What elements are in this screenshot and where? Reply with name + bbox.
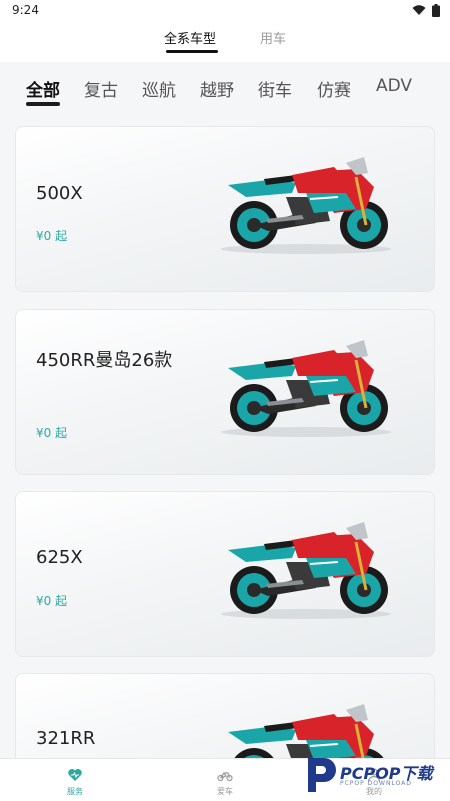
category-tab-adv[interactable]: ADV [376,76,412,96]
nav-service[interactable]: 服务 [45,759,105,801]
motorcycle-image [219,338,393,439]
motorcycle-image [219,520,393,621]
category-tab-retro[interactable]: 复古 [84,76,118,101]
model-list: 500X ¥0 起 450RR曼岛26款 ¥0 起 625X ¥0 起 321R… [0,110,450,758]
top-tab-indicator [166,50,218,53]
category-tab-cruiser[interactable]: 巡航 [142,76,176,101]
status-bar: 9:24 [0,0,450,22]
model-name: 321RR [36,728,96,749]
tab-all-models[interactable]: 全系车型 [164,28,216,47]
motorcycle-image [219,155,393,256]
model-card-450rr[interactable]: 450RR曼岛26款 ¥0 起 [15,309,435,475]
category-tab-street[interactable]: 街车 [258,76,292,101]
category-tab-offroad[interactable]: 越野 [200,76,234,101]
top-tab-bar: 全系车型 用车 [0,22,450,62]
status-time: 9:24 [12,3,39,17]
category-tab-all[interactable]: 全部 [26,76,60,101]
category-tab-indicator [26,102,60,106]
model-card-500x[interactable]: 500X ¥0 起 [15,126,435,292]
heart-service-icon [68,769,82,781]
watermark-subtitle: PCPOP DOWNLOAD [340,780,412,787]
category-tab-bar: 全部 复古 巡航 越野 街车 仿赛 ADV [0,62,450,110]
model-name: 450RR曼岛26款 [36,350,173,371]
model-name: 500X [36,183,83,204]
model-price: ¥0 起 [36,426,68,440]
nav-my-bike[interactable]: 爱车 [195,759,255,801]
tab-vehicle-use[interactable]: 用车 [260,28,286,47]
wifi-icon [412,5,426,15]
model-name: 625X [36,547,83,568]
model-price: ¥0 起 [36,594,68,608]
battery-icon [432,4,440,17]
nav-label: 服务 [67,787,83,796]
nav-label: 爱车 [217,787,233,796]
status-icons [412,4,440,17]
model-price: ¥0 起 [36,229,68,243]
pcpop-watermark: PCPOP下载 PCPOP DOWNLOAD [300,746,450,800]
model-card-625x[interactable]: 625X ¥0 起 [15,491,435,657]
category-tab-sport[interactable]: 仿赛 [317,76,351,101]
pcpop-logo-icon [308,758,336,792]
motorcycle-icon [217,772,233,782]
